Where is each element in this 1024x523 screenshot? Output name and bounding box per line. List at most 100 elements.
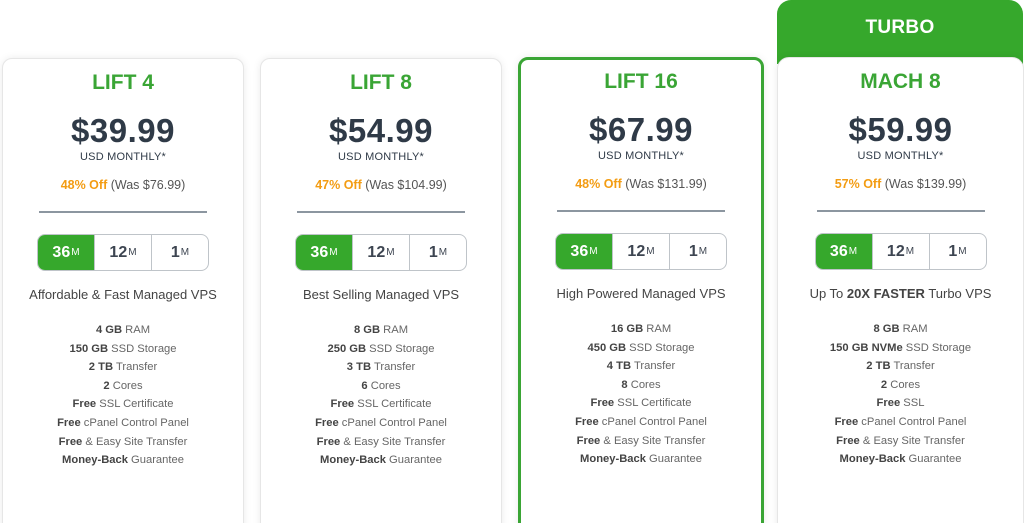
term-36-months-button[interactable]: 36 M <box>38 235 94 270</box>
term-unit: M <box>386 247 395 258</box>
feature-item: Money-Back Guarantee <box>778 450 1023 469</box>
tagline-text: Affordable & Fast Managed VPS <box>29 287 217 302</box>
plan-card-mach-8: MACH 8 $59.99 USD MONTHLY* 57% Off (Was … <box>777 57 1024 523</box>
feature-text: Cores <box>109 379 143 392</box>
term-36-months-button[interactable]: 36 M <box>815 234 872 269</box>
discount-info: 48% Off (Was $131.99) <box>521 177 761 191</box>
feature-highlight: Free <box>57 416 81 429</box>
term-12-months-button[interactable]: 12 M <box>871 234 929 269</box>
feature-item: Free SSL Certificate <box>3 395 243 414</box>
feature-text: Transfer <box>371 361 416 374</box>
feature-text: Guarantee <box>385 454 442 467</box>
feature-highlight: 150 GB NVMe <box>829 341 903 354</box>
term-value: 36 <box>310 243 329 261</box>
plan-tagline: Best Selling Managed VPS <box>261 287 501 302</box>
tagline-text: High Powered Managed VPS <box>556 286 726 301</box>
term-unit: M <box>905 246 915 257</box>
feature-text: SSD Storage <box>366 342 435 355</box>
feature-item: Free SSL <box>778 394 1023 413</box>
feature-highlight: Free <box>576 434 601 447</box>
original-price: (Was $104.99) <box>365 178 447 192</box>
divider <box>816 210 985 212</box>
plan-tagline: High Powered Managed VPS <box>521 286 761 301</box>
feature-text: Transfer <box>113 361 158 374</box>
plan-card-lift-8: LIFT 8 $54.99 USD MONTHLY* 47% Off (Was … <box>260 58 502 523</box>
term-12-months-button[interactable]: 12 M <box>94 235 151 270</box>
feature-list: 16 GB RAM 450 GB SSD Storage 4 TB Transfer… <box>521 320 761 469</box>
feature-item: 16 GB RAM <box>521 320 761 339</box>
feature-text: SSL Certificate <box>354 398 432 411</box>
feature-item: Free SSL Certificate <box>521 394 761 413</box>
term-unit: M <box>329 247 338 258</box>
feature-item: 450 GB SSD Storage <box>521 339 761 358</box>
term-selector: 36 M 12 M 1M <box>555 233 727 270</box>
divider <box>39 211 207 213</box>
term-unit: M <box>589 246 598 257</box>
feature-highlight: Free <box>876 397 901 410</box>
feature-item: 2 TB Transfer <box>3 358 243 377</box>
divider <box>557 210 725 212</box>
feature-text: Transfer <box>890 360 935 373</box>
term-value: 12 <box>367 243 386 261</box>
term-value: 36 <box>52 243 71 261</box>
feature-item: 150 GB SSD Storage <box>3 340 243 359</box>
term-selector: 36 M 12 M 1M <box>814 233 987 270</box>
turbo-badge: TURBO <box>777 0 1023 64</box>
discount-info: 57% Off (Was $139.99) <box>778 177 1023 191</box>
feature-text: RAM <box>899 323 928 335</box>
feature-item: Free cPanel Control Panel <box>778 413 1023 432</box>
feature-highlight: Money-Back <box>839 453 906 466</box>
feature-highlight: 150 GB <box>69 342 109 355</box>
term-36-months-button[interactable]: 36 M <box>556 234 612 269</box>
term-1-month-button[interactable]: 1M <box>409 235 466 270</box>
term-value: 1 <box>170 243 180 261</box>
term-unit: M <box>646 246 655 257</box>
feature-highlight: 250 GB <box>327 342 367 355</box>
feature-list: 8 GB RAM 250 GB SSD Storage 3 TB Transfer 6… <box>261 321 501 470</box>
feature-highlight: Money-Back <box>580 453 646 466</box>
term-1-month-button[interactable]: 1M <box>669 234 726 269</box>
feature-highlight: 3 TB <box>346 361 372 374</box>
feature-item: Money-Back Guarantee <box>521 450 761 469</box>
feature-text: SSD Storage <box>902 341 972 354</box>
tagline-text: Up To <box>809 286 847 301</box>
feature-highlight: Free <box>836 434 860 447</box>
term-unit: M <box>438 247 448 258</box>
plan-price: $67.99 <box>589 111 693 148</box>
original-price: (Was $139.99) <box>884 177 967 191</box>
feature-text: SSL <box>900 397 925 410</box>
feature-text: SSL Certificate <box>96 398 174 411</box>
feature-highlight: Free <box>315 416 339 429</box>
feature-highlight: Free <box>58 435 83 448</box>
feature-text: SSD Storage <box>108 342 177 355</box>
term-1-month-button[interactable]: 1M <box>928 234 986 269</box>
feature-text: cPanel Control Panel <box>858 415 967 428</box>
feature-text: Transfer <box>631 360 676 373</box>
billing-period: USD MONTHLY* <box>857 150 944 162</box>
term-selector: 36 M 12 M 1M <box>37 234 209 271</box>
term-12-months-button[interactable]: 12 M <box>612 234 669 269</box>
original-price: (Was $76.99) <box>110 178 186 192</box>
feature-item: 3 TB Transfer <box>261 358 501 377</box>
term-12-months-button[interactable]: 12 M <box>352 235 409 270</box>
feature-item: 6 Cores <box>261 377 501 396</box>
term-36-months-button[interactable]: 36 M <box>296 235 352 270</box>
term-1-month-button[interactable]: 1M <box>151 235 208 270</box>
feature-highlight: Free <box>72 398 97 411</box>
feature-text: SSL Certificate <box>614 397 692 410</box>
original-price: (Was $131.99) <box>625 177 707 191</box>
feature-item: 4 GB RAM <box>3 321 243 340</box>
feature-item: 4 TB Transfer <box>521 357 761 376</box>
feature-highlight: 4 GB <box>95 324 123 336</box>
plan-name: LIFT 8 <box>350 71 412 94</box>
feature-text: Guarantee <box>905 453 962 466</box>
feature-item: 8 GB RAM <box>261 321 501 340</box>
feature-text: Guarantee <box>645 453 702 466</box>
feature-list: 4 GB RAM 150 GB SSD Storage 2 TB Transfer 2… <box>3 321 243 470</box>
feature-highlight: 16 GB <box>610 323 644 335</box>
term-value: 36 <box>570 242 589 260</box>
feature-item: 8 GB RAM <box>778 320 1023 339</box>
plan-tagline: Up To 20X FASTER Turbo VPS <box>778 286 1023 301</box>
discount-percent: 57% Off <box>834 177 882 191</box>
feature-item: 2 Cores <box>778 376 1023 395</box>
